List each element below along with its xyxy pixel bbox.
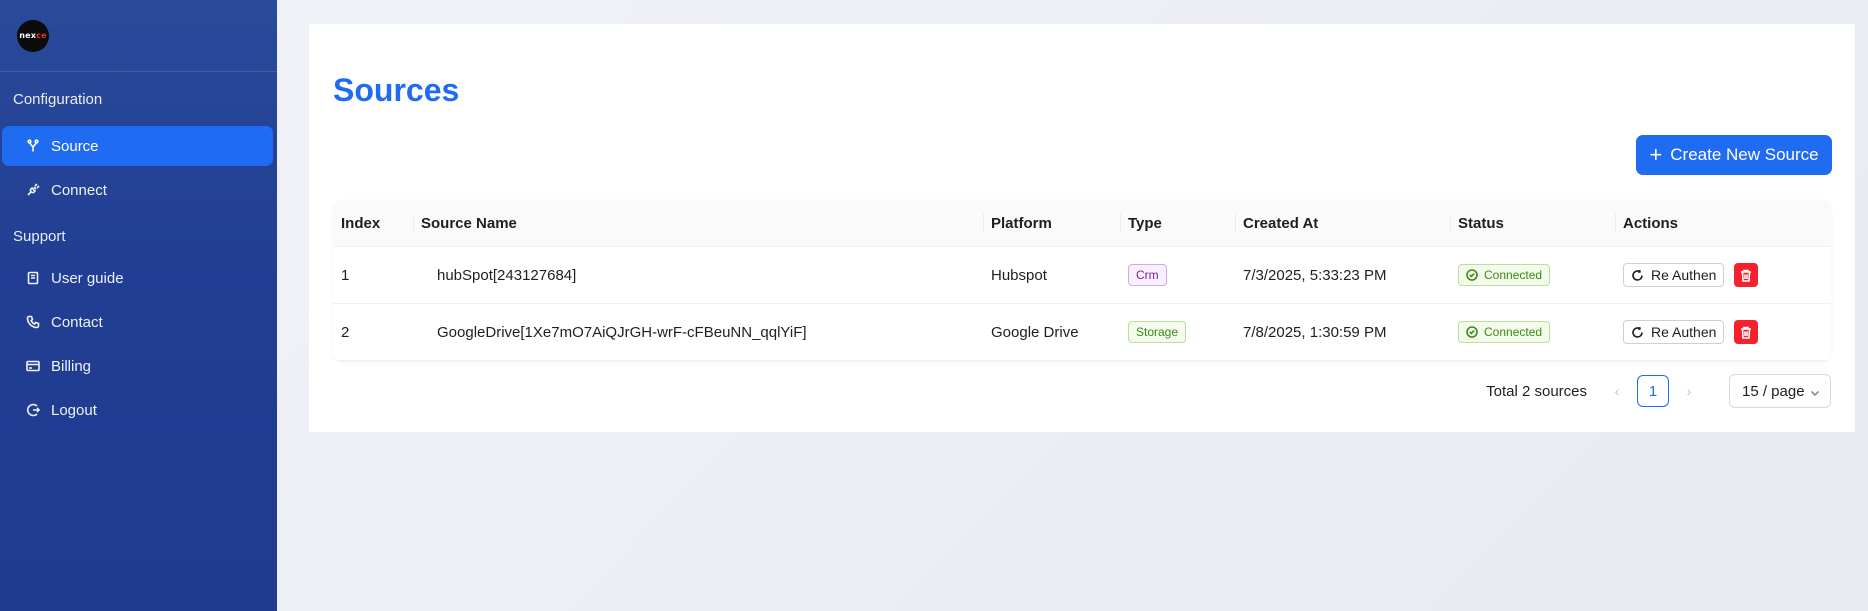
sidebar-item-user-guide[interactable]: User guide — [2, 258, 273, 298]
trash-icon — [1741, 269, 1752, 282]
prev-page-icon[interactable]: ‹ — [1601, 375, 1633, 407]
column-header-platform: Platform — [983, 200, 1120, 246]
type-tag: Storage — [1128, 321, 1187, 343]
page-size-value: 15 / page — [1742, 382, 1805, 400]
cell-platform: Hubspot — [991, 266, 1047, 284]
reload-icon — [1632, 326, 1643, 338]
sidebar: nex ce Configuration Source Connect Suppo… — [0, 0, 277, 611]
cell-type: Storage — [1120, 304, 1235, 360]
status-badge: Connected — [1458, 264, 1551, 286]
type-tag: Crm — [1128, 264, 1167, 286]
cell-status: Connected — [1450, 304, 1615, 360]
reload-icon — [1632, 269, 1643, 281]
card-icon — [26, 359, 40, 373]
create-new-source-label: Create New Source — [1670, 145, 1819, 164]
sources-card: Sources + Create New Source Index Source… — [309, 24, 1855, 432]
column-header-type: Type — [1120, 200, 1235, 246]
sidebar-item-logout[interactable]: Logout — [2, 390, 273, 430]
status-badge: Connected — [1458, 321, 1551, 343]
app-logo[interactable]: nex ce — [17, 19, 49, 52]
re-authen-button[interactable]: Re Authen — [1623, 263, 1725, 287]
book-icon — [26, 271, 40, 285]
sidebar-item-label: Billing — [51, 357, 92, 375]
re-authen-button[interactable]: Re Authen — [1623, 320, 1725, 344]
column-header-status: Status — [1450, 200, 1615, 246]
section-label-configuration: Configuration — [13, 90, 103, 108]
delete-button[interactable] — [1734, 263, 1759, 287]
cell-type: Crm — [1120, 247, 1235, 303]
column-header-actions: Actions — [1615, 200, 1831, 246]
cell-platform: Google Drive — [991, 323, 1079, 341]
column-header-source-name: Source Name — [413, 200, 983, 246]
table-row: 2 GoogleDrive[1Xe7mO7AiQJrGH-wrF-cFBeuNN… — [333, 304, 1831, 361]
section-label-support: Support — [13, 227, 66, 245]
sidebar-item-contact[interactable]: Contact — [2, 302, 273, 342]
re-authen-label: Re Authen — [1651, 324, 1717, 340]
cell-actions: Re Authen — [1615, 304, 1831, 360]
sidebar-item-source[interactable]: Source — [2, 126, 273, 166]
table-row: 1 hubSpot[243127684] Hubspot Crm 7/3/202… — [333, 247, 1831, 304]
trash-icon — [1741, 326, 1752, 339]
check-circle-icon — [1466, 269, 1478, 281]
cell-created-at: 7/8/2025, 1:30:59 PM — [1243, 323, 1387, 341]
page-number-current[interactable]: 1 — [1637, 375, 1669, 407]
status-label: Connected — [1484, 325, 1543, 339]
table-header: Index Source Name Platform Type Created … — [333, 200, 1831, 247]
sidebar-item-label: Source — [51, 137, 99, 155]
page-title: Sources — [333, 72, 460, 108]
cell-index: 1 — [341, 266, 350, 284]
plug-icon — [26, 183, 40, 197]
create-new-source-button[interactable]: + Create New Source — [1636, 135, 1832, 175]
chevron-down-icon — [1810, 385, 1820, 397]
delete-button[interactable] — [1734, 320, 1759, 344]
cell-source-name: hubSpot[243127684] — [437, 266, 577, 284]
check-circle-icon — [1466, 326, 1478, 338]
column-header-created-at: Created At — [1235, 200, 1450, 246]
cell-index: 2 — [341, 323, 350, 341]
plus-icon: + — [1649, 142, 1663, 167]
sidebar-item-label: Logout — [51, 401, 97, 419]
column-header-index: Index — [341, 214, 381, 232]
page-size-select[interactable]: 15 / page — [1729, 374, 1831, 408]
cell-source-name: GoogleDrive[1Xe7mO7AiQJrGH-wrF-cFBeuNN_q… — [437, 323, 807, 341]
sidebar-item-connect[interactable]: Connect — [2, 170, 273, 210]
sidebar-item-label: Connect — [51, 181, 107, 199]
total-count: Total 2 sources — [1486, 382, 1587, 400]
next-page-icon[interactable]: › — [1673, 375, 1705, 407]
cell-actions: Re Authen — [1615, 247, 1831, 303]
status-label: Connected — [1484, 268, 1543, 282]
pagination: Total 2 sources ‹ 1 › 15 / page — [1486, 374, 1831, 408]
fork-icon — [26, 139, 40, 153]
cell-status: Connected — [1450, 247, 1615, 303]
sidebar-item-label: User guide — [51, 269, 124, 287]
brand: nex ce — [0, 0, 277, 72]
logout-icon — [26, 403, 40, 417]
sources-table: Index Source Name Platform Type Created … — [333, 200, 1831, 361]
sidebar-item-label: Contact — [51, 313, 103, 331]
phone-icon — [26, 315, 40, 329]
re-authen-label: Re Authen — [1651, 267, 1717, 283]
sidebar-item-billing[interactable]: Billing — [2, 346, 273, 386]
cell-created-at: 7/3/2025, 5:33:23 PM — [1243, 266, 1387, 284]
